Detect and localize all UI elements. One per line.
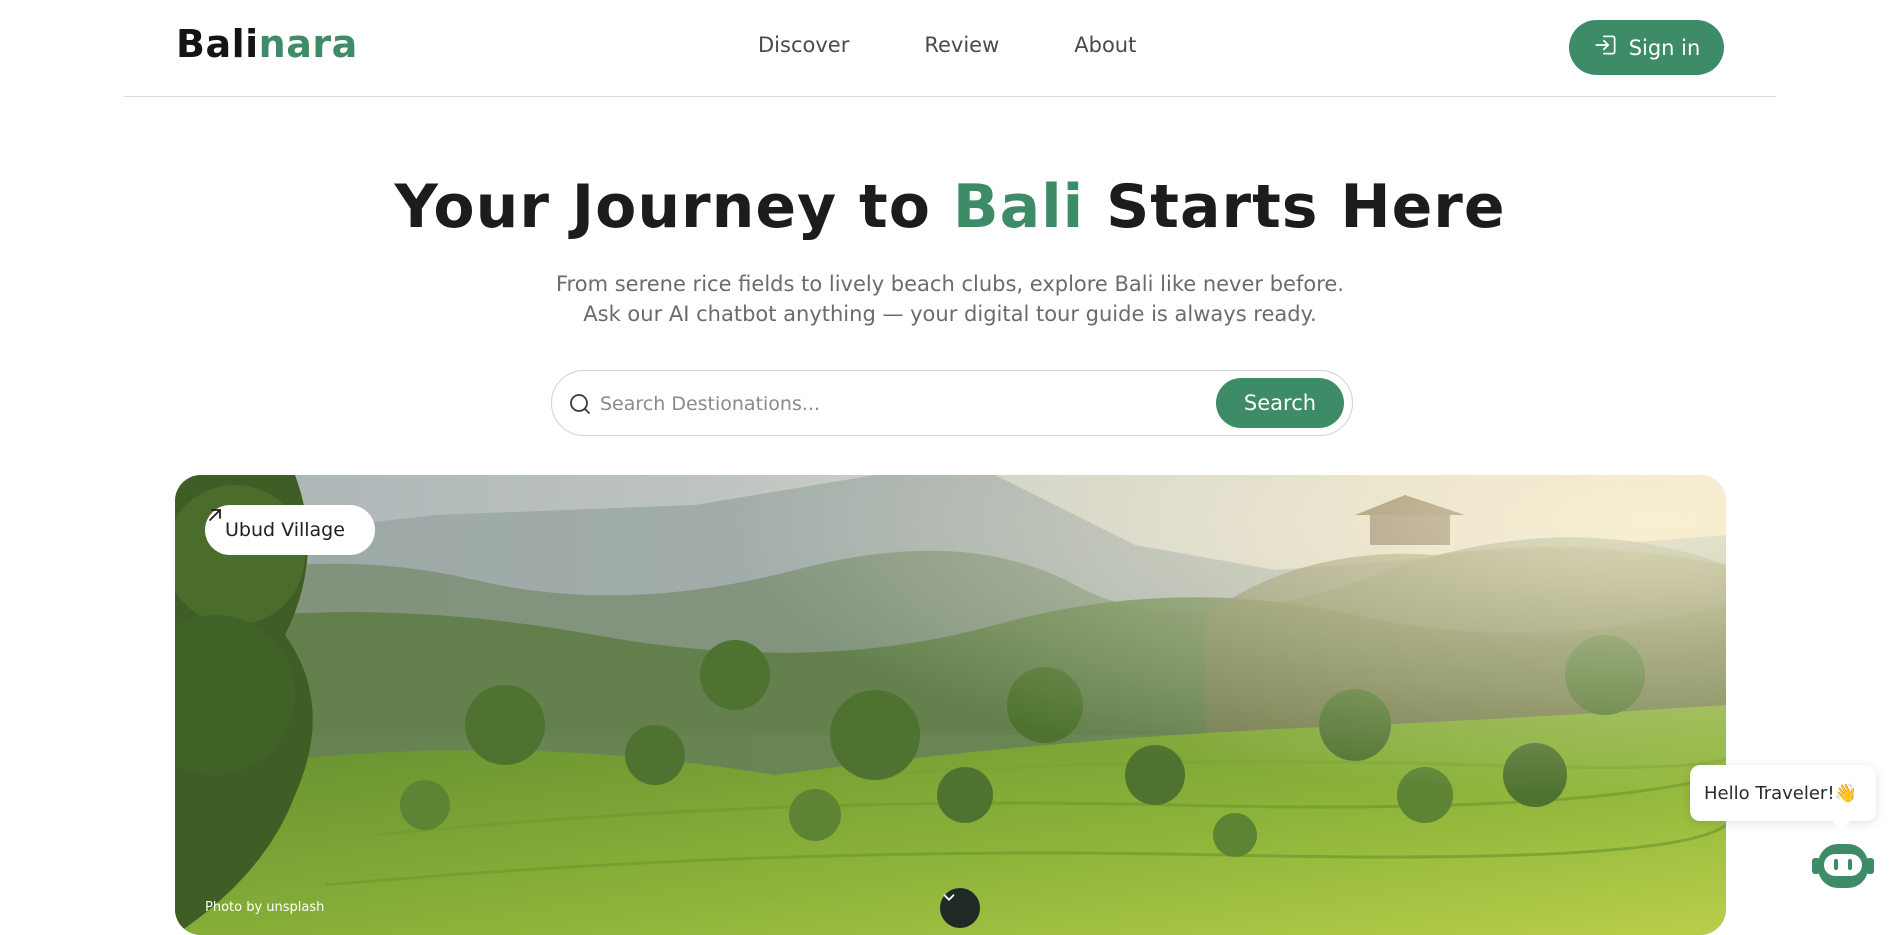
main-nav: Discover Review About <box>758 33 1211 57</box>
brand-logo[interactable]: Balinara <box>176 22 358 66</box>
hero-title-after: Starts Here <box>1084 172 1506 242</box>
scroll-down-button[interactable] <box>940 888 980 928</box>
sign-in-label: Sign in <box>1628 35 1701 60</box>
hero-title: Your Journey to Bali Starts Here <box>0 172 1900 242</box>
hero-subtitle: From serene rice fields to lively beach … <box>556 272 1344 326</box>
site-header: Balinara Discover Review About Sign in <box>124 0 1776 97</box>
brand-name-part2: nara <box>258 22 358 66</box>
search-button[interactable]: Search <box>1216 378 1344 428</box>
sign-in-button[interactable]: Sign in <box>1569 20 1724 75</box>
nav-item-about[interactable]: About <box>1074 33 1136 57</box>
brand-name-part1: Bali <box>176 22 259 66</box>
photo-credit: Photo by unsplash <box>205 900 325 915</box>
search-input[interactable] <box>600 387 1240 421</box>
chat-greeting-bubble[interactable]: Hello Traveler!👋 <box>1690 765 1876 831</box>
chatbot-launcher[interactable] <box>1808 840 1878 896</box>
hero-title-accent: Bali <box>952 172 1085 242</box>
nav-item-discover[interactable]: Discover <box>758 33 849 57</box>
hero-title-before: Your Journey to <box>394 172 953 242</box>
place-label: Ubud Village <box>225 519 345 541</box>
rice-terrace-illustration <box>175 475 1726 935</box>
search-icon <box>568 392 592 416</box>
nav-item-review[interactable]: Review <box>924 33 999 57</box>
search-bar: Search <box>551 370 1353 436</box>
feature-image: Ubud Village Photo by unsplash <box>175 475 1726 935</box>
sign-in-icon <box>1593 32 1619 63</box>
robot-icon <box>1808 844 1878 900</box>
place-pill-ubud[interactable]: Ubud Village <box>205 505 375 555</box>
